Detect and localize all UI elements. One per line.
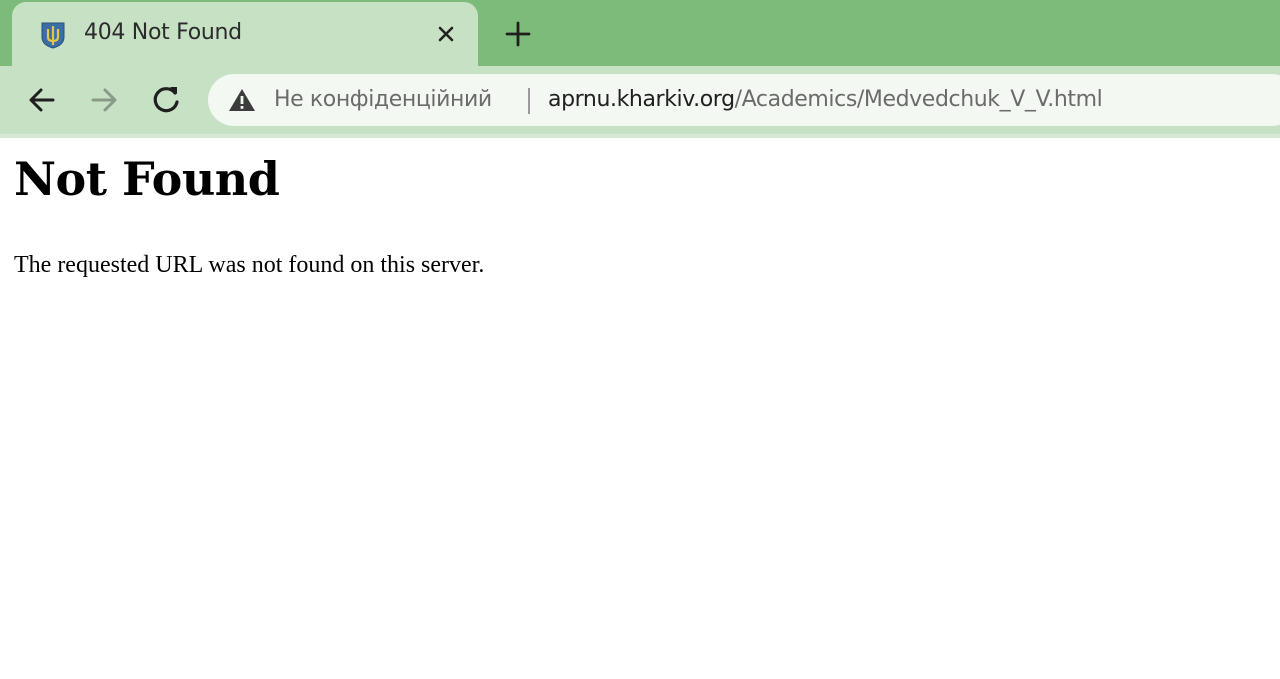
arrow-left-icon[interactable] <box>24 82 60 118</box>
arrow-right-icon[interactable] <box>86 82 122 118</box>
page-content: Not Found The requested URL was not foun… <box>0 138 1280 679</box>
url-divider <box>528 88 530 114</box>
security-status-label[interactable]: Не конфіденційний <box>274 87 492 112</box>
close-icon[interactable] <box>432 20 460 48</box>
url-path: /Academics/Medvedchuk_V_V.html <box>734 87 1103 112</box>
page-title: Not Found <box>14 152 280 206</box>
url-text[interactable]: aprnu.kharkiv.org/Academics/Medvedchuk_V… <box>548 87 1103 112</box>
reload-icon[interactable] <box>148 82 184 118</box>
error-message: The requested URL was not found on this … <box>14 252 485 278</box>
toolbar: Не конфіденційний aprnu.kharkiv.org/Acad… <box>0 66 1280 134</box>
tab-active[interactable]: 404 Not Found <box>12 2 478 66</box>
plus-icon[interactable] <box>502 18 534 50</box>
tab-strip: 404 Not Found <box>0 0 1280 66</box>
url-domain: aprnu.kharkiv.org <box>548 87 735 112</box>
warning-icon[interactable] <box>228 87 256 113</box>
address-bar[interactable]: Не конфіденційний aprnu.kharkiv.org/Acad… <box>208 74 1280 126</box>
coat-of-arms-icon <box>41 22 65 49</box>
browser-window: 404 Not Found Не конфіденційний aprnu.kh… <box>0 0 1280 679</box>
tab-title: 404 Not Found <box>84 20 242 45</box>
